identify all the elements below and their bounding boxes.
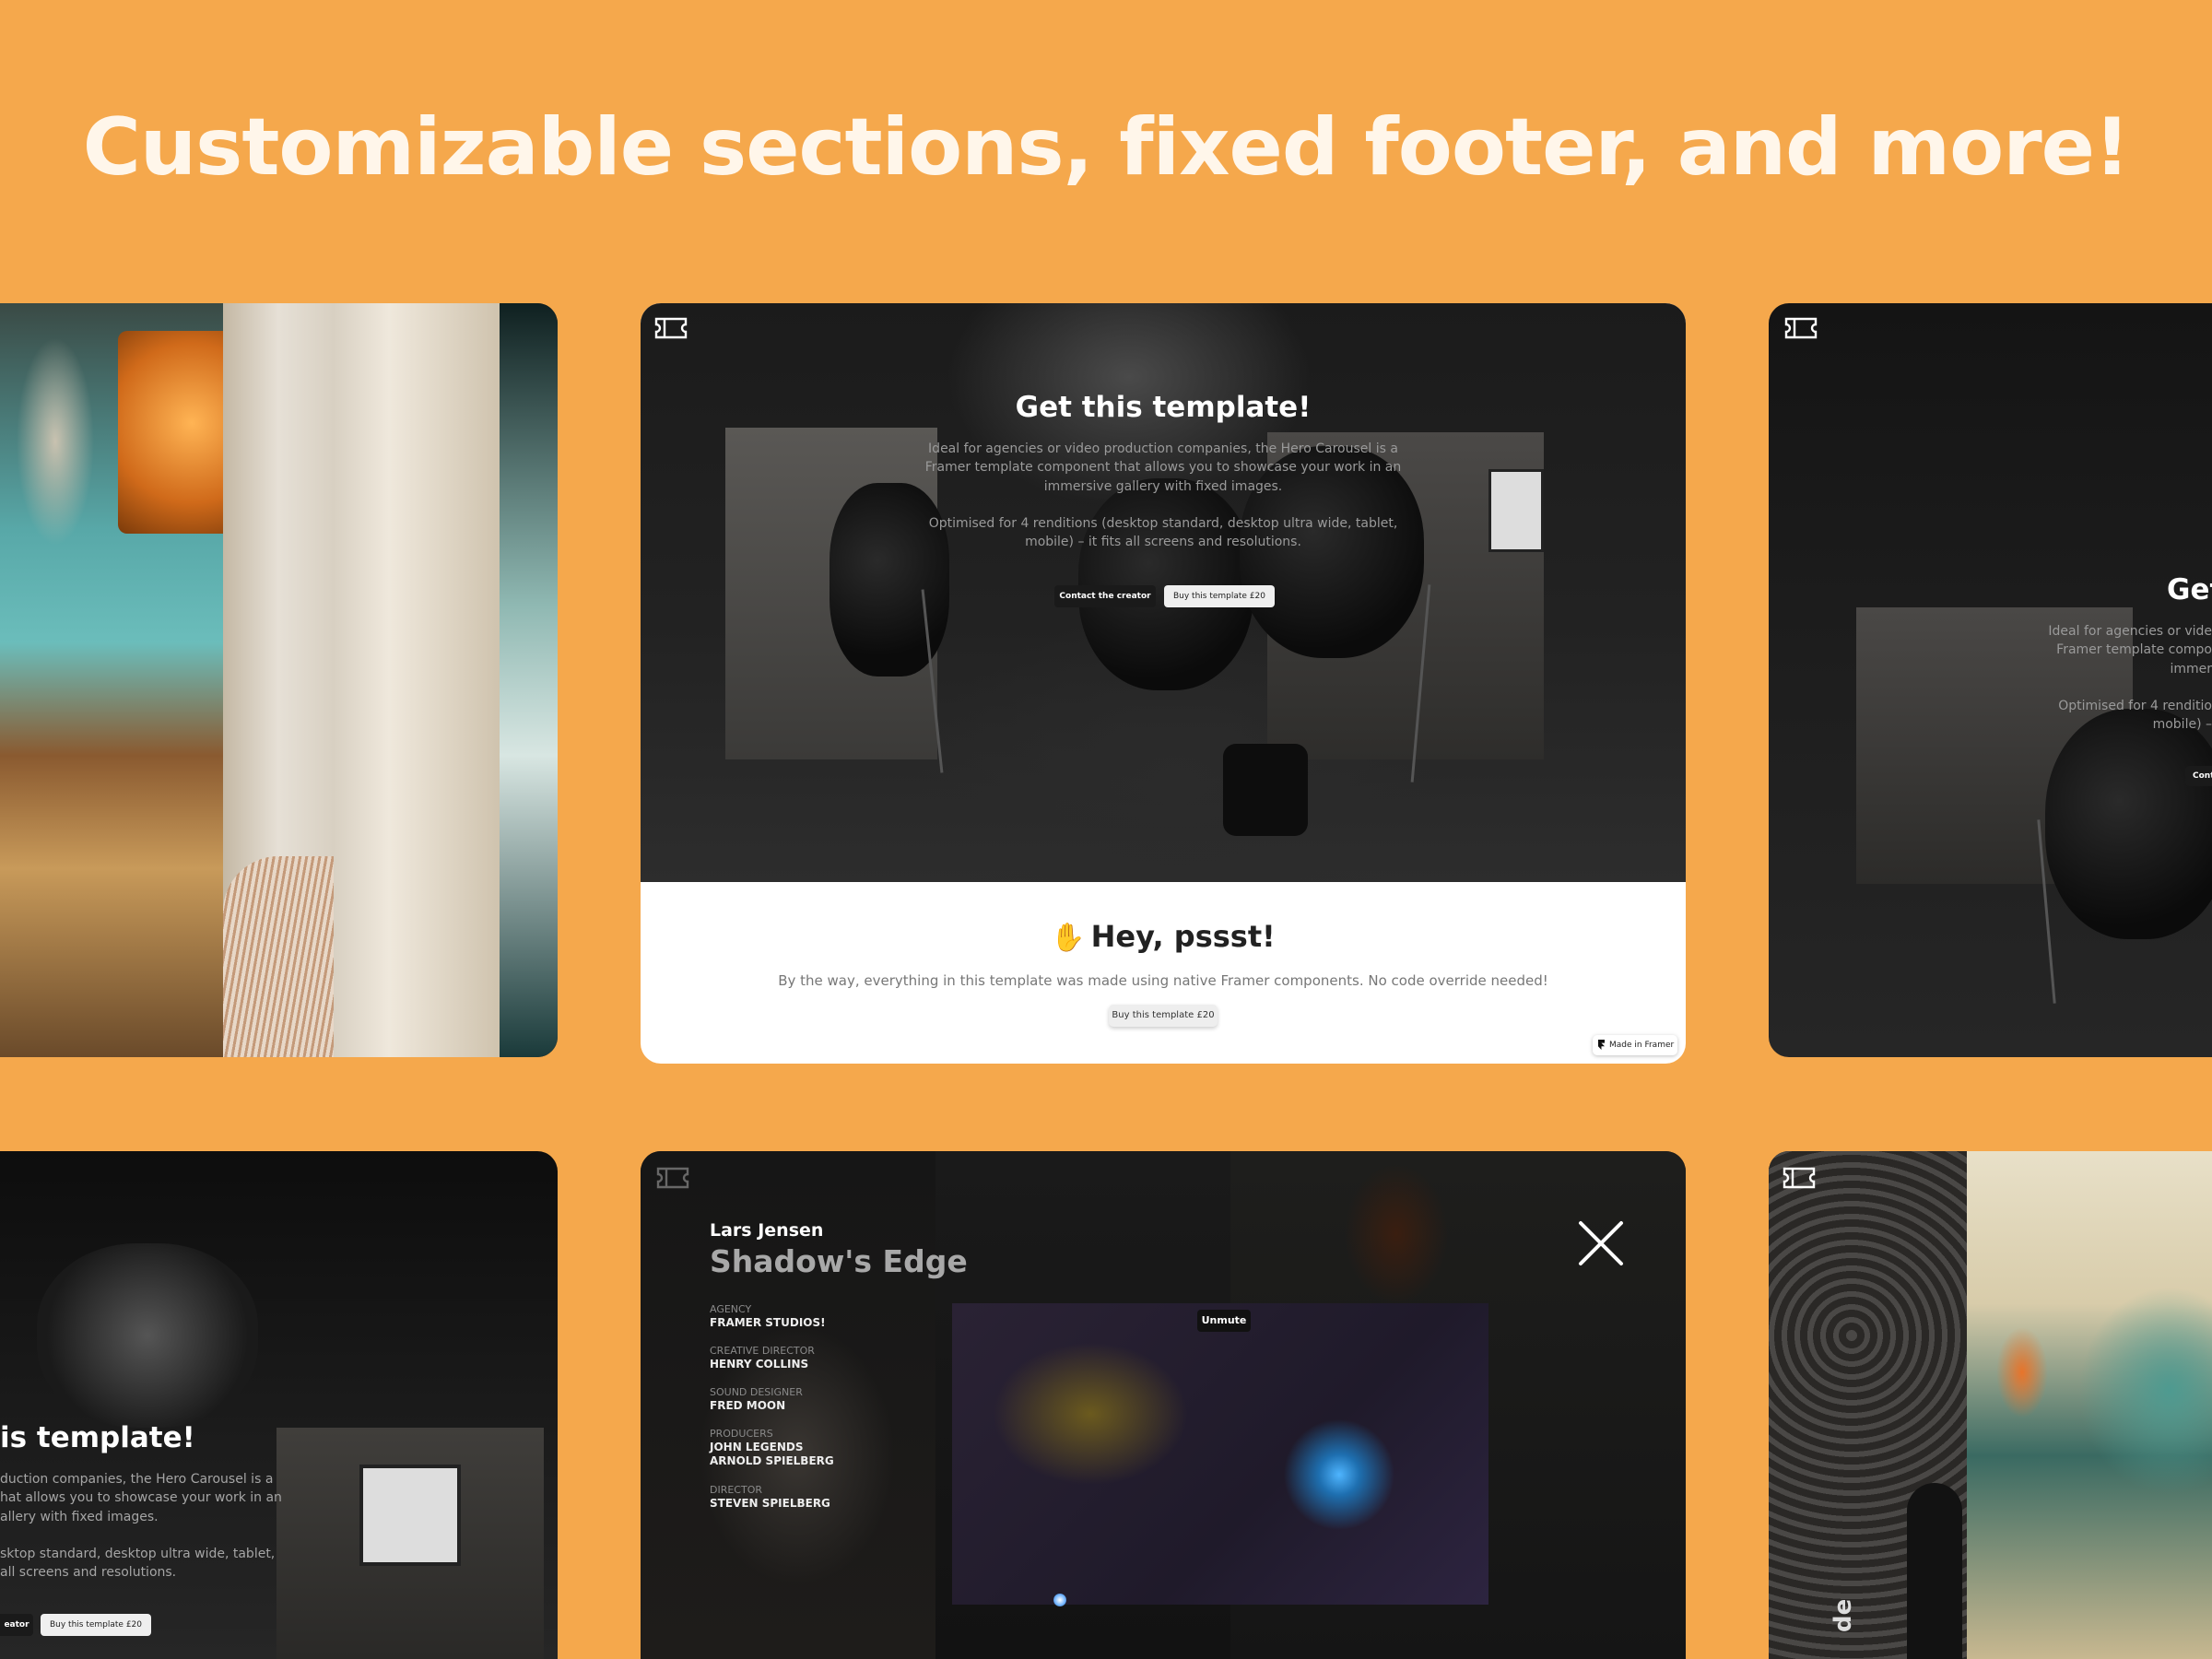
brand-logo-icon[interactable]: [1783, 1166, 1816, 1190]
contact-button-clipped[interactable]: Cont: [2185, 766, 2212, 786]
strip-orange-indicator: [118, 331, 223, 534]
studio-background: Get this template! Ideal for agencies or…: [641, 303, 1686, 882]
unmute-button[interactable]: Unmute: [1197, 1310, 1251, 1332]
card-preview-strips-right[interactable]: de: [1769, 1151, 2212, 1659]
description-line: Framer template component that allows yo…: [924, 460, 1402, 476]
clipped-description: Ideal for agencies or vide Framer templa…: [2048, 622, 2212, 734]
credit-value: FRAMER STUDIOS!: [710, 1316, 826, 1329]
page-headline: Customizable sections, fixed footer, and…: [82, 101, 2130, 194]
credit-value: FRED MOON: [710, 1399, 786, 1412]
psst-title-text: Hey, pssst!: [1090, 919, 1276, 954]
description-line: all screens and resolutions.: [0, 1565, 177, 1581]
credit-label: CREATIVE DIRECTOR: [710, 1345, 815, 1357]
artist-name: Lars Jensen: [710, 1220, 824, 1241]
card-project-detail[interactable]: Lars Jensen Shadow's Edge AGENCY FRAMER …: [641, 1151, 1686, 1659]
description-line: mobile) – it fits all screens and resolu…: [1025, 535, 1301, 550]
close-icon[interactable]: [1577, 1219, 1625, 1267]
equipment-bag: [1223, 744, 1308, 836]
video-player[interactable]: [952, 1303, 1488, 1606]
buy-template-button[interactable]: Buy this template £20: [41, 1614, 151, 1636]
card-get-template-clipped[interactable]: Get Ideal for agencies or vide Framer te…: [1769, 303, 2212, 1057]
strip-teal-dark: [500, 303, 558, 1057]
contact-button-clipped[interactable]: eator: [0, 1614, 33, 1636]
badge-label: Made in Framer: [1609, 1041, 1675, 1050]
credit-value: ARNOLD SPIELBERG: [710, 1454, 834, 1467]
clipped-description: duction companies, the Hero Carousel is …: [0, 1470, 282, 1582]
description-line: Optimised for 4 renditions (desktop stan…: [928, 515, 1398, 531]
strip-teal-car: [1967, 1151, 2212, 1659]
framer-logo-icon: [1598, 1040, 1605, 1050]
description-line: immersive gallery with fixed images.: [1043, 478, 1283, 494]
credit-label: AGENCY: [710, 1303, 752, 1315]
credit-value: STEVEN SPIELBERG: [710, 1497, 830, 1510]
project-title: Shadow's Edge: [710, 1243, 968, 1279]
brand-logo-icon[interactable]: [654, 316, 688, 340]
clipped-title: Get: [2167, 573, 2212, 606]
credit-label: PRODUCERS: [710, 1428, 773, 1440]
strip-hair: [223, 856, 334, 1057]
psst-description: By the way, everything in this template …: [778, 972, 1548, 989]
description-line: Framer template compo: [2056, 642, 2212, 658]
description-line: Ideal for agencies or vide: [2048, 624, 2212, 639]
credit-value: JOHN LEGENDS: [710, 1441, 804, 1453]
buy-template-button[interactable]: Buy this template £20: [1164, 585, 1275, 607]
description-line: hat allows you to showcase your work in …: [0, 1490, 282, 1506]
description-line: duction companies, the Hero Carousel is …: [0, 1472, 274, 1487]
made-in-framer-badge[interactable]: Made in Framer: [1593, 1035, 1677, 1055]
description-line: mobile) –: [2152, 717, 2212, 733]
credit-value: HENRY COLLINS: [710, 1358, 809, 1371]
waving-hand-icon: ✋: [1051, 922, 1086, 954]
description-line: allery with fixed images.: [0, 1509, 159, 1524]
description-line: immer: [2170, 661, 2212, 677]
template-description: Ideal for agencies or video production c…: [641, 440, 1686, 551]
card-get-template[interactable]: Get this template! Ideal for agencies or…: [641, 303, 1686, 1064]
contact-creator-button[interactable]: Contact the creator: [1054, 585, 1156, 607]
video-light-dot: [1053, 1594, 1066, 1606]
template-title: Get this template!: [1015, 391, 1312, 424]
card-get-template-left-clipped[interactable]: is template! duction companies, the Hero…: [0, 1151, 558, 1659]
description-line: Ideal for agencies or video production c…: [928, 441, 1398, 456]
softbox: [2045, 709, 2212, 939]
clipped-title: is template!: [0, 1421, 195, 1454]
description-line: Optimised for 4 renditio: [2058, 698, 2212, 713]
description-line: sktop standard, desktop ultra wide, tabl…: [0, 1546, 276, 1561]
credit-label: SOUND DESIGNER: [710, 1386, 803, 1398]
brand-logo-icon[interactable]: [1784, 316, 1818, 340]
psst-section-title: ✋ Hey, pssst!: [641, 919, 1686, 954]
strip-silhouette: [1907, 1483, 1962, 1659]
softbox: [37, 1243, 258, 1428]
vertical-caption: de: [1830, 1598, 1857, 1632]
psst-buy-button[interactable]: Buy this template £20: [1109, 1005, 1218, 1027]
brand-logo-icon[interactable]: [656, 1166, 689, 1190]
credit-label: DIRECTOR: [710, 1484, 763, 1496]
studio-window: [359, 1465, 461, 1566]
card-preview-strips[interactable]: [0, 303, 558, 1057]
